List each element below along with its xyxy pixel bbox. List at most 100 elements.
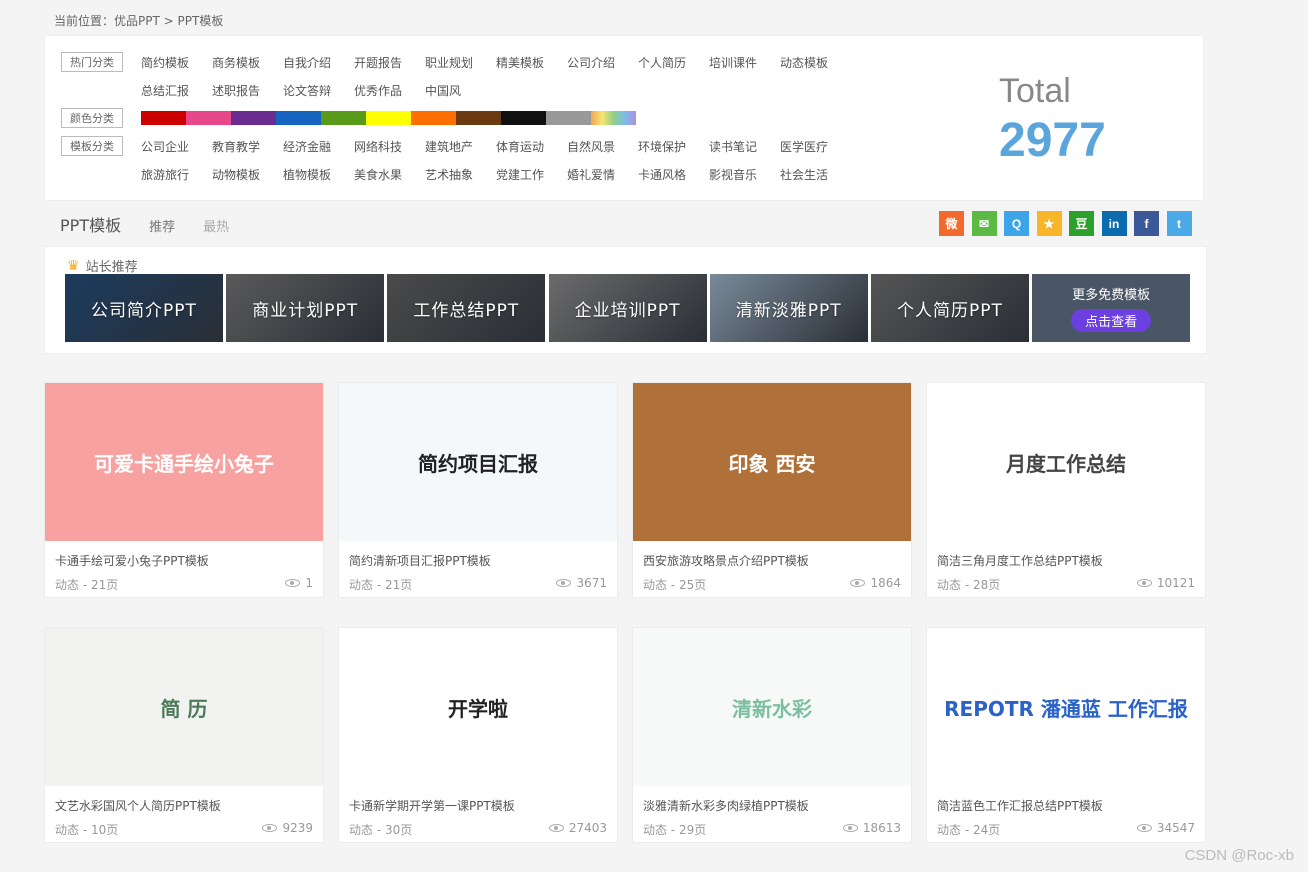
- hot-category-link[interactable]: 述职报告: [212, 82, 283, 99]
- template-category-link[interactable]: 读书笔记: [709, 138, 780, 155]
- template-category-link[interactable]: 医学医疗: [780, 138, 851, 155]
- hot-category-link[interactable]: 优秀作品: [354, 82, 425, 99]
- color-swatch[interactable]: [501, 111, 546, 125]
- color-swatch[interactable]: [276, 111, 321, 125]
- template-category-link[interactable]: 社会生活: [780, 166, 851, 183]
- template-thumbnail[interactable]: 简约项目汇报: [339, 383, 617, 541]
- template-category-link[interactable]: 旅游旅行: [141, 166, 212, 183]
- template-card[interactable]: 印象 西安 西安旅游攻略景点介绍PPT模板 动态 - 25页 1864: [632, 382, 912, 598]
- tab-ppt-templates[interactable]: PPT模板: [60, 212, 121, 236]
- template-category-link[interactable]: 婚礼爱情: [567, 166, 638, 183]
- template-thumbnail[interactable]: 可爱卡通手绘小兔子: [45, 383, 323, 541]
- template-category-link[interactable]: 公司企业: [141, 138, 212, 155]
- recommend-tile[interactable]: 商业计划PPT: [226, 274, 385, 342]
- template-category-link[interactable]: 植物模板: [283, 166, 354, 183]
- template-card[interactable]: 开学啦 卡通新学期开学第一课PPT模板 动态 - 30页 27403: [338, 627, 618, 843]
- hot-category-link[interactable]: 自我介绍: [283, 54, 354, 71]
- hot-category-link[interactable]: 中国风: [425, 82, 496, 99]
- watermark: CSDN @Roc-xb: [1184, 847, 1294, 864]
- hot-category-link[interactable]: 精美模板: [496, 54, 567, 71]
- color-swatch[interactable]: [231, 111, 276, 125]
- color-swatch[interactable]: [546, 111, 591, 125]
- template-meta: 动态 - 25页: [643, 578, 707, 592]
- weibo-icon[interactable]: 微: [939, 211, 964, 236]
- template-thumbnail[interactable]: 印象 西安: [633, 383, 911, 541]
- color-swatch[interactable]: [186, 111, 231, 125]
- hot-category-link[interactable]: 职业规划: [425, 54, 496, 71]
- color-swatch[interactable]: [411, 111, 456, 125]
- template-category-link[interactable]: 经济金融: [283, 138, 354, 155]
- template-category-link[interactable]: 建筑地产: [425, 138, 496, 155]
- hot-category-link[interactable]: 论文答辩: [283, 82, 354, 99]
- recommend-tile[interactable]: 个人简历PPT: [870, 274, 1029, 342]
- hot-category-link[interactable]: 开题报告: [354, 54, 425, 71]
- template-title[interactable]: 卡通新学期开学第一课PPT模板: [349, 797, 515, 814]
- template-title[interactable]: 简约清新项目汇报PPT模板: [349, 552, 491, 569]
- eye-icon: [842, 824, 858, 832]
- template-category-link[interactable]: 教育教学: [212, 138, 283, 155]
- template-title[interactable]: 西安旅游攻略景点介绍PPT模板: [643, 552, 809, 569]
- recommend-tile[interactable]: 企业培训PPT: [548, 274, 707, 342]
- template-category-link[interactable]: 环境保护: [638, 138, 709, 155]
- linkedin-icon[interactable]: in: [1101, 211, 1127, 236]
- wechat-icon[interactable]: ✉: [971, 211, 997, 236]
- douban-icon[interactable]: 豆: [1069, 211, 1094, 236]
- template-card[interactable]: REPOTR 潘通蓝 工作汇报 简洁蓝色工作汇报总结PPT模板 动态 - 24页 34…: [926, 627, 1206, 843]
- color-swatch[interactable]: [141, 111, 186, 125]
- template-title[interactable]: 文艺水彩国风个人简历PPT模板: [55, 797, 221, 814]
- template-category-link[interactable]: 体育运动: [496, 138, 567, 155]
- hot-category-link[interactable]: 培训课件: [709, 54, 780, 71]
- more-templates-tile[interactable]: 更多免费模板 点击查看: [1032, 274, 1191, 342]
- template-title[interactable]: 卡通手绘可爱小兔子PPT模板: [55, 552, 209, 569]
- tab-recommend[interactable]: 推荐: [149, 216, 175, 235]
- template-thumbnail[interactable]: 简 历: [45, 628, 323, 786]
- template-title[interactable]: 简洁蓝色工作汇报总结PPT模板: [937, 797, 1103, 814]
- template-category-link[interactable]: 影视音乐: [709, 166, 780, 183]
- hot-category-link[interactable]: 公司介绍: [567, 54, 638, 71]
- template-category-link[interactable]: 网络科技: [354, 138, 425, 155]
- template-card[interactable]: 可爱卡通手绘小兔子 卡通手绘可爱小兔子PPT模板 动态 - 21页 1: [44, 382, 324, 598]
- template-thumbnail[interactable]: 月度工作总结: [927, 383, 1205, 541]
- recommend-panel: ♛ 站长推荐 公司简介PPT 商业计划PPT 工作总结PPT 企业培训PPT 清新淡雅P…: [44, 246, 1207, 354]
- facebook-icon[interactable]: f: [1134, 211, 1159, 236]
- template-thumbnail[interactable]: 开学啦: [339, 628, 617, 786]
- recommend-tile[interactable]: 清新淡雅PPT: [709, 274, 868, 342]
- tab-hottest[interactable]: 最热: [203, 216, 229, 235]
- color-swatch[interactable]: [456, 111, 501, 125]
- view-count-value: 27403: [568, 821, 607, 835]
- template-title[interactable]: 简洁三角月度工作总结PPT模板: [937, 552, 1103, 569]
- color-swatch[interactable]: [321, 111, 366, 125]
- color-swatch[interactable]: [366, 111, 411, 125]
- template-thumbnail[interactable]: REPOTR 潘通蓝 工作汇报: [927, 628, 1205, 786]
- hot-category-link[interactable]: 总结汇报: [141, 82, 212, 99]
- view-more-button[interactable]: 点击查看: [1071, 309, 1152, 332]
- template-card[interactable]: 月度工作总结 简洁三角月度工作总结PPT模板 动态 - 28页 10121: [926, 382, 1206, 598]
- template-category-link[interactable]: 党建工作: [496, 166, 567, 183]
- hot-category-link[interactable]: 商务模板: [212, 54, 283, 71]
- view-count: 10121: [1136, 576, 1195, 590]
- breadcrumb-home-link[interactable]: 优品PPT: [114, 14, 160, 28]
- template-thumbnail[interactable]: 清新水彩: [633, 628, 911, 786]
- breadcrumb: 当前位置：优品PPT > PPT模板: [54, 12, 223, 29]
- template-title[interactable]: 淡雅清新水彩多肉绿植PPT模板: [643, 797, 809, 814]
- hot-category-link[interactable]: 简约模板: [141, 54, 212, 71]
- template-category-link[interactable]: 自然风景: [567, 138, 638, 155]
- recommend-tile[interactable]: 工作总结PPT: [387, 274, 546, 342]
- breadcrumb-current[interactable]: PPT模板: [178, 14, 224, 28]
- template-category-link[interactable]: 卡通风格: [638, 166, 709, 183]
- template-category-link[interactable]: 美食水果: [354, 166, 425, 183]
- qzone-icon[interactable]: ★: [1036, 211, 1062, 236]
- template-category-link[interactable]: 动物模板: [212, 166, 283, 183]
- template-category-link[interactable]: 艺术抽象: [425, 166, 496, 183]
- qq-icon[interactable]: Q: [1004, 211, 1029, 236]
- total-value: 2977: [999, 114, 1106, 167]
- template-card[interactable]: 简 历文艺水彩国风个人简历PPT模板 动态 - 10页 9239: [44, 627, 324, 843]
- template-card[interactable]: 简约项目汇报 简约清新项目汇报PPT模板 动态 - 21页 3671: [338, 382, 618, 598]
- color-swatch[interactable]: [591, 111, 636, 125]
- twitter-icon[interactable]: t: [1166, 211, 1192, 236]
- template-card[interactable]: 清新水彩 淡雅清新水彩多肉绿植PPT模板 动态 - 29页 18613: [632, 627, 912, 843]
- recommend-tile[interactable]: 公司简介PPT: [65, 274, 223, 342]
- eye-icon: [850, 579, 866, 587]
- hot-category-link[interactable]: 动态模板: [780, 54, 851, 71]
- hot-category-link[interactable]: 个人简历: [638, 54, 709, 71]
